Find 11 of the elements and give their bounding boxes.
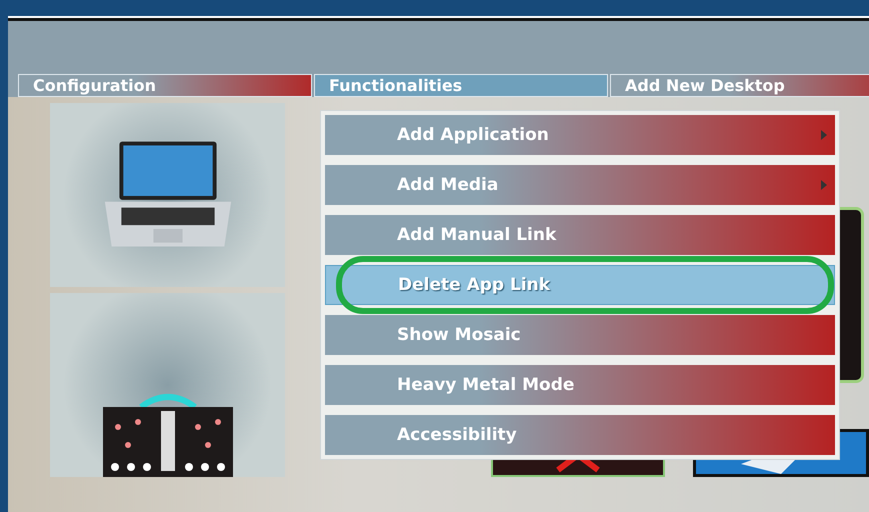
tab[interactable]: Functionalities (314, 74, 608, 97)
menu-item[interactable]: Add Media (325, 165, 835, 205)
menu-item[interactable]: Add Manual Link (325, 215, 835, 255)
menu-item[interactable]: Heavy Metal Mode (325, 365, 835, 405)
tile[interactable] (50, 103, 285, 287)
tab[interactable]: Add New Desktop (610, 74, 869, 97)
menu-item[interactable]: Show Mosaic (325, 315, 835, 355)
tile[interactable] (50, 293, 285, 477)
menu-item[interactable]: Accessibility (325, 415, 835, 455)
tab[interactable]: Configuration (18, 74, 312, 97)
menu-item[interactable]: Add Application (325, 115, 835, 155)
